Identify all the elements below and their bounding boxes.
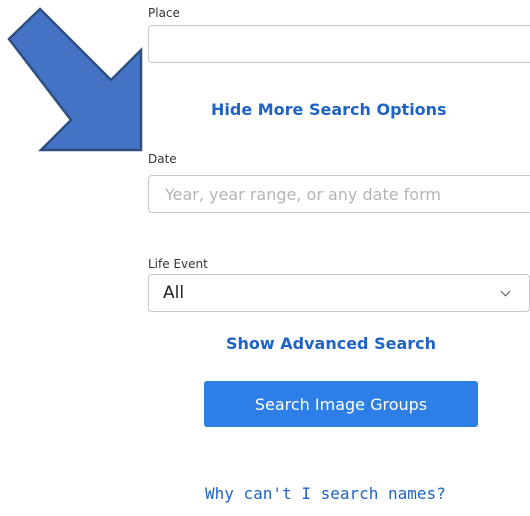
life-event-label: Life Event <box>148 257 208 271</box>
show-advanced-search-link[interactable]: Show Advanced Search <box>226 334 436 353</box>
place-input[interactable] <box>148 25 530 63</box>
chevron-down-icon <box>500 286 511 297</box>
life-event-select[interactable]: All <box>148 274 530 312</box>
date-label: Date <box>148 152 177 166</box>
search-image-groups-button[interactable]: Search Image Groups <box>204 381 478 427</box>
why-cant-search-names-link[interactable]: Why can't I search names? <box>205 484 446 503</box>
date-input[interactable]: Year, year range, or any date form <box>148 175 530 213</box>
life-event-selected: All <box>163 283 185 303</box>
place-label: Place <box>148 6 180 20</box>
annotation-arrow-icon <box>7 7 143 152</box>
date-placeholder: Year, year range, or any date form <box>165 185 441 204</box>
hide-more-options-link[interactable]: Hide More Search Options <box>211 100 447 119</box>
